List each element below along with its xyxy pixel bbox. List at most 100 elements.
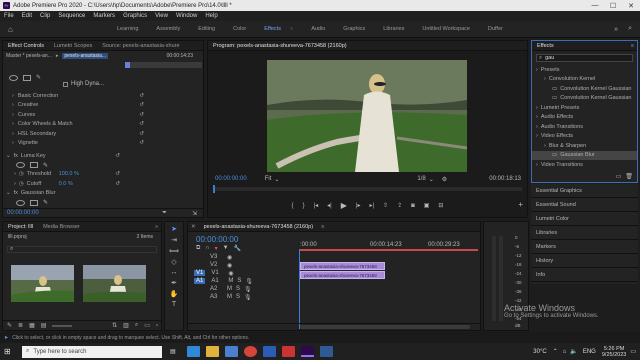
effects-search-input[interactable]: ⌕ gau	[536, 54, 633, 62]
effects-tree-item[interactable]: › Presets	[532, 65, 637, 75]
video-frame[interactable]	[267, 60, 467, 172]
task-view-icon[interactable]: ▤	[170, 348, 176, 355]
timeline-timecode[interactable]: 00:00:00:00	[196, 235, 238, 244]
reset-icon[interactable]: ↺	[115, 181, 120, 187]
effects-title[interactable]: Effects	[532, 43, 559, 49]
toggle-output-icon[interactable]: ◉	[227, 254, 232, 261]
pen-tool-icon[interactable]: ✒	[171, 279, 177, 287]
lift-icon[interactable]: ⇧	[383, 202, 388, 209]
snap-icon[interactable]: ∩	[205, 245, 209, 252]
project-thumbnail[interactable]	[83, 265, 146, 302]
chevron-down-icon[interactable]: ⌄	[429, 176, 434, 183]
resolution-dropdown[interactable]: 1/8	[417, 176, 425, 182]
menu-graphics[interactable]: Graphics	[123, 13, 147, 19]
panel-libraries[interactable]: Libraries	[531, 226, 638, 240]
mic-icon[interactable]: 🎙	[244, 294, 252, 301]
windows-start-icon[interactable]: ⊞	[4, 347, 16, 356]
edge-icon[interactable]	[186, 346, 200, 357]
panel-menu-icon[interactable]: ≡	[631, 43, 634, 49]
solo-icon[interactable]: S	[236, 286, 240, 292]
app-icon[interactable]	[319, 346, 333, 357]
effects-tree-item[interactable]: › Audio Effects	[532, 113, 637, 123]
temperature[interactable]: 30°C	[533, 349, 546, 355]
menu-markers[interactable]: Markers	[93, 13, 115, 19]
mute-icon[interactable]: M	[228, 278, 233, 284]
step-forward-icon[interactable]: |▸	[356, 202, 361, 209]
mute-icon[interactable]: M	[227, 286, 232, 292]
panel-menu-icon[interactable]: ≡	[321, 224, 324, 230]
rect-mask-icon[interactable]	[23, 74, 31, 81]
mic-icon[interactable]: 🎙	[244, 286, 252, 293]
ec-mini-timeline[interactable]	[125, 62, 202, 68]
solo-icon[interactable]: S	[237, 278, 241, 284]
menu-clip[interactable]: Clip	[40, 13, 50, 19]
go-to-out-icon[interactable]: ▸|	[369, 202, 374, 209]
prop-row[interactable]: › Curves ↺	[12, 110, 202, 120]
panel-overflow-icon[interactable]: »	[155, 224, 158, 230]
project-thumbnail[interactable]	[11, 265, 74, 302]
word-icon[interactable]	[262, 346, 276, 357]
icon-view-icon[interactable]: ▦	[29, 322, 35, 329]
app-icon[interactable]	[281, 346, 295, 357]
playhead[interactable]	[213, 185, 215, 193]
zoom-slider[interactable]	[52, 324, 73, 327]
reset-icon[interactable]: ↺	[115, 153, 120, 159]
ripple-edit-icon[interactable]: ⟺	[169, 247, 179, 255]
effects-tree-item[interactable]: ▭ Gaussian Blur	[532, 150, 637, 160]
workspace-effects[interactable]: Effects ≡	[255, 26, 302, 32]
taskbar-search-input[interactable]: ⌕ Type here to search	[22, 345, 162, 358]
new-bin-icon[interactable]: ▭	[144, 322, 150, 329]
menu-view[interactable]: View	[155, 13, 168, 19]
mark-in-icon[interactable]: {	[292, 203, 294, 209]
scroll-thumb[interactable]	[300, 325, 470, 329]
panel-info[interactable]: Info	[531, 268, 638, 282]
project-search-input[interactable]: ⌕	[7, 246, 157, 253]
hand-tool-icon[interactable]: ✋	[170, 290, 179, 298]
menu-file[interactable]: File	[4, 13, 14, 19]
linked-selection-icon[interactable]: ▾	[215, 245, 218, 252]
tray-chevron-icon[interactable]: ⌃	[553, 348, 558, 355]
effects-tree-item[interactable]: › Convolution Kernel	[532, 75, 637, 85]
effects-tree-item[interactable]: › Blur & Sharpen	[532, 141, 637, 151]
notifications-icon[interactable]: ▭	[630, 348, 636, 355]
play-icon[interactable]: ▶	[341, 201, 347, 210]
pencil-icon[interactable]: ✎	[7, 322, 12, 329]
nest-icon[interactable]: ⧉	[196, 245, 200, 252]
track-select-icon[interactable]: ⇥	[171, 236, 177, 244]
threshold-value[interactable]: 100.0 %	[59, 171, 79, 177]
settings-icon[interactable]: ⚙	[442, 176, 447, 183]
tab-project[interactable]: Project: llll	[3, 224, 38, 230]
chevron-down-icon[interactable]: ⌄	[274, 176, 279, 183]
panel-history[interactable]: History	[531, 254, 638, 268]
effects-tree-item[interactable]: ▭ Convolution Kernel Gaussian	[532, 84, 637, 94]
mute-icon[interactable]: M	[227, 294, 232, 300]
mic-icon[interactable]: 🎙	[245, 278, 253, 285]
minimize-button[interactable]: —	[586, 2, 604, 10]
new-item-icon[interactable]: ▫	[156, 323, 158, 329]
menu-edit[interactable]: Edit	[22, 13, 32, 19]
tab-source[interactable]: Source: pexels-anastasia-shure	[97, 43, 184, 49]
gaussian-row[interactable]: ⌄ fx Gaussian Blur	[6, 189, 202, 199]
new-bin-icon[interactable]: ▭	[616, 173, 622, 180]
panel-lumetri-color[interactable]: Lumetri Color	[531, 212, 638, 226]
add-button-icon[interactable]: +	[518, 200, 523, 209]
menu-window[interactable]: Window	[176, 13, 197, 19]
stopwatch-icon[interactable]: ◷	[19, 171, 24, 177]
reset-icon[interactable]: ↺	[139, 102, 144, 108]
export-frame-icon[interactable]: ◙	[411, 203, 415, 209]
find-icon[interactable]: ⌕	[135, 322, 138, 329]
tab-lumetri-scopes[interactable]: Lumetri Scopes	[49, 43, 97, 49]
ellipse-mask-icon[interactable]	[16, 162, 25, 168]
panel-markers[interactable]: Markers	[531, 240, 638, 254]
pen-mask-icon[interactable]: ✎	[43, 162, 48, 169]
tab-media-browser[interactable]: Media Browser	[38, 224, 85, 230]
filter-icon[interactable]: ⏷	[162, 210, 167, 217]
effects-tree-item[interactable]: ▭ Convolution Kernel Gaussian	[532, 94, 637, 104]
network-icon[interactable]: ⌂	[563, 349, 567, 355]
rect-mask-icon[interactable]	[30, 199, 38, 206]
workspace-assembly[interactable]: Assembly	[147, 26, 189, 32]
maximize-button[interactable]: ☐	[604, 2, 622, 10]
effects-tree-item[interactable]: › Video Effects	[532, 132, 637, 142]
prop-row[interactable]: › HSL Secondary ↺	[12, 129, 202, 139]
clip-label[interactable]: pexels-anastasia...	[62, 53, 109, 59]
